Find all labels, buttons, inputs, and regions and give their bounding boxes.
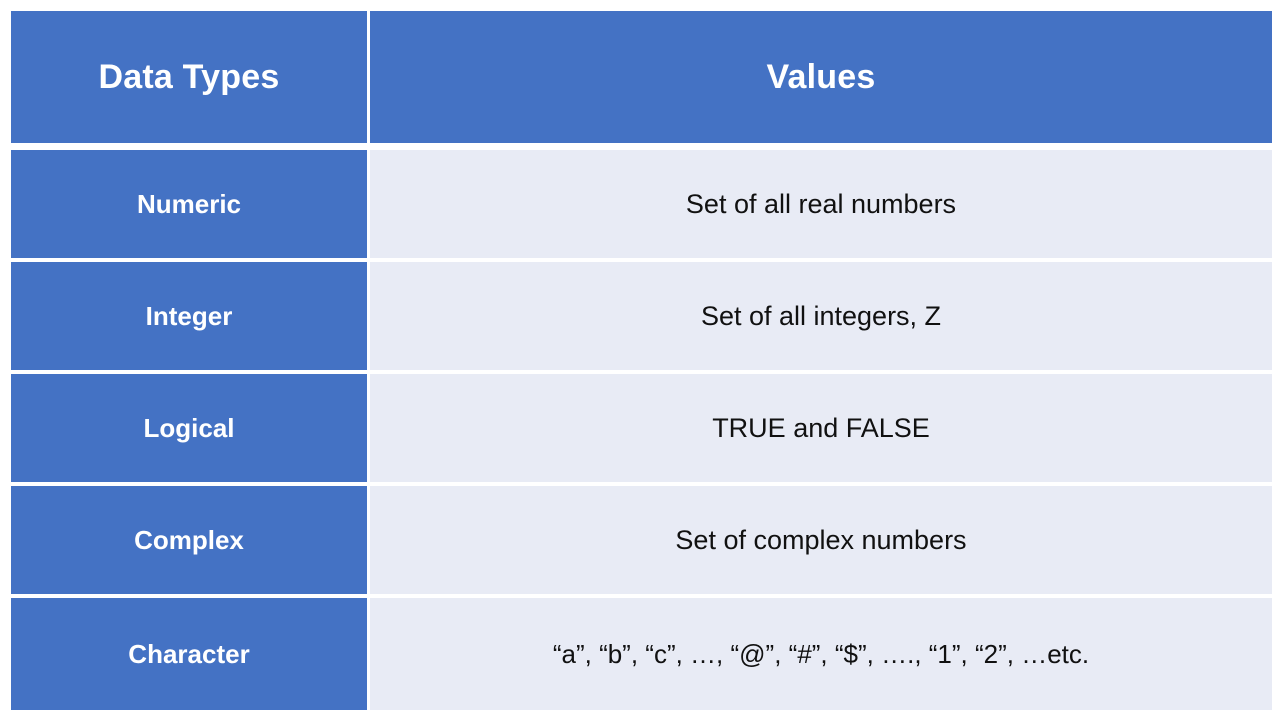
row-type-numeric: Numeric	[11, 150, 370, 262]
row-type-complex: Complex	[11, 486, 370, 598]
row-value-text: Set of all real numbers	[685, 188, 957, 219]
row-type-logical: Logical	[11, 374, 370, 486]
row-type-label: Logical	[143, 412, 235, 443]
row-value-numeric: Set of all real numbers	[370, 150, 1272, 262]
table-header: Data Types Values	[11, 11, 1272, 143]
row-value-logical: TRUE and FALSE	[370, 374, 1272, 486]
table-row: Complex Set of complex numbers	[11, 486, 1272, 598]
column-header-values-label: Values	[766, 57, 876, 96]
row-value-text: “a”, “b”, “c”, …, “@”, “#”, “$”, …., “1”…	[552, 638, 1090, 669]
row-type-label: Character	[128, 638, 250, 669]
row-type-label: Numeric	[136, 188, 242, 219]
row-type-character: Character	[11, 598, 370, 710]
header-body-gap-left	[11, 143, 370, 150]
table-row: Integer Set of all integers, Z	[11, 262, 1272, 374]
column-header-data-types: Data Types	[11, 11, 370, 143]
column-header-data-types-label: Data Types	[98, 57, 280, 96]
row-value-complex: Set of complex numbers	[370, 486, 1272, 598]
row-value-text: TRUE and FALSE	[712, 412, 930, 443]
table-row: Numeric Set of all real numbers	[11, 150, 1272, 262]
row-value-text: Set of all integers, Z	[700, 300, 942, 331]
row-type-label: Integer	[145, 300, 233, 331]
header-body-gap	[11, 143, 1272, 150]
table-row: Logical TRUE and FALSE	[11, 374, 1272, 486]
data-types-table: Data Types Values Numeric Set of all rea…	[11, 11, 1272, 710]
row-type-label: Complex	[134, 524, 244, 555]
header-row: Data Types Values	[11, 11, 1272, 143]
row-type-integer: Integer	[11, 262, 370, 374]
row-value-character: “a”, “b”, “c”, …, “@”, “#”, “$”, …., “1”…	[370, 598, 1272, 710]
table-body: Numeric Set of all real numbers Integer …	[11, 143, 1272, 710]
table-row: Character “a”, “b”, “c”, …, “@”, “#”, “$…	[11, 598, 1272, 710]
row-value-text: Set of complex numbers	[675, 524, 967, 555]
column-header-values: Values	[370, 11, 1272, 143]
row-value-integer: Set of all integers, Z	[370, 262, 1272, 374]
header-body-gap-right	[370, 143, 1272, 150]
data-types-table-container: Data Types Values Numeric Set of all rea…	[0, 0, 1280, 720]
